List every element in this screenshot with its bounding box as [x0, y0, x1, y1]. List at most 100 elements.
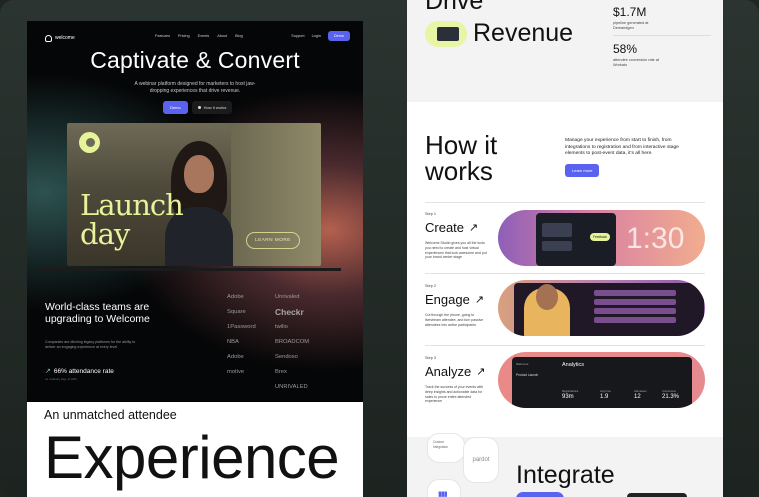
logo-checkr: Checkr: [275, 307, 304, 317]
engage-visual: [498, 280, 705, 336]
works-line: works: [425, 156, 493, 186]
step-title-text: Engage: [425, 292, 470, 307]
step-divider: [425, 202, 705, 203]
nav-link-pricing[interactable]: Pricing: [178, 34, 190, 38]
features-page-preview: Drive Revenue $1.7M pipeline generated a…: [407, 0, 723, 497]
welcome-logo-icon: [45, 34, 52, 42]
dashboard-stat: Attendees 12: [634, 389, 647, 400]
analyze-visual: Welcome Product Launch Analytics Registr…: [498, 352, 705, 408]
how-it-works-button[interactable]: How it works: [191, 101, 233, 114]
nav-link-events[interactable]: Events: [198, 34, 210, 38]
logo-motive: motive: [227, 369, 245, 375]
logo-blank-1: [227, 381, 269, 393]
unmatched-heading: An unmatched attendee: [44, 408, 177, 422]
how-it-works-description: Manage your experience from start to fin…: [565, 138, 679, 156]
step-divider: [425, 345, 705, 346]
nav-link-features[interactable]: Features: [155, 34, 170, 38]
nav-demo-button[interactable]: Demo: [327, 31, 350, 41]
drive-heading: Drive: [425, 0, 484, 15]
step-create: Step 1 Create ↗ Welcome Studio gives you…: [425, 208, 705, 278]
stat-conversion-label: attendee conversion rate at Workato: [613, 58, 660, 67]
step-number: Step 3: [425, 356, 436, 360]
create-visual: Feedback 1:30: [498, 210, 705, 266]
feedback-badge: Feedback: [590, 233, 610, 241]
experience-heading: Experience: [44, 424, 340, 491]
logo-square: Square: [227, 309, 246, 315]
app-frame: welcome Features Pricing Events About Bl…: [0, 0, 759, 497]
hero-buttons: Demo How it works: [163, 101, 233, 114]
attendance-rate-text: 66% attendance rate: [53, 367, 114, 375]
pardot-chip: pardot: [463, 437, 499, 483]
laptop-base: [37, 268, 341, 271]
attendance-footnote: vs. industry avg. of 41%: [45, 377, 77, 381]
launch-day-text: Launch day: [80, 191, 184, 251]
step-description: Cut through the phone, going to livestre…: [425, 313, 484, 327]
hero-demo-button[interactable]: Demo: [163, 101, 188, 114]
presenter-image: [524, 284, 570, 336]
customer-logos: Adobe Unrivaled Square Checkr 1Password …: [227, 291, 317, 393]
hero-video[interactable]: Launch day LEARN MORE: [67, 123, 321, 266]
how-it-line: How it: [425, 130, 498, 160]
attendance-rate: ↗ 66% attendance rate: [45, 367, 114, 376]
arrow-up-right-icon: ↗: [476, 366, 486, 378]
step-number: Step 2: [425, 284, 436, 288]
analytics-dashboard: Welcome Product Launch Analytics Registr…: [512, 357, 692, 408]
logo-adobe-2: Adobe: [227, 354, 244, 360]
logo-sendoso: Sendoso: [275, 354, 298, 360]
step-divider: [425, 273, 705, 274]
dashboard-stat: Conversion 21.3%: [662, 389, 680, 400]
nav-links: Features Pricing Events About Blog: [155, 34, 243, 38]
integrate-pill: [516, 492, 564, 497]
integrate-section: Custom Integration pardot Integrate: [407, 433, 723, 497]
logo-adobe: Adobe: [227, 294, 244, 300]
launch-logo-icon: [79, 132, 100, 153]
stat-pipeline-label: pipeline generated at Demandgen: [613, 21, 649, 30]
step-analyze: Step 3 Analyze ↗ Track the success of yo…: [425, 352, 705, 422]
logo-unrivaled-2: UNRIVALED: [275, 384, 308, 390]
landing-page-preview: welcome Features Pricing Events About Bl…: [27, 21, 363, 497]
integrate-bar: [627, 493, 687, 497]
teams-subtext: Companies are ditching legacy platforms …: [45, 340, 136, 349]
chart-chip-icon: [427, 479, 461, 497]
brand-logo[interactable]: welcome: [45, 34, 75, 42]
teams-headline: World-class teams are upgrading to Welco…: [45, 301, 150, 325]
logo-1password: 1Password: [227, 324, 256, 330]
hero-headline: Captivate & Convert: [90, 47, 300, 73]
how-it-works-label: How it works: [203, 105, 227, 110]
step-title[interactable]: Engage ↗: [425, 292, 484, 307]
logo-broadcom: BROADCOM: [275, 339, 310, 345]
logo-twilio: twilio: [275, 324, 288, 330]
step-title[interactable]: Create ↗: [425, 220, 478, 235]
arrow-up-right-icon: ↗: [469, 222, 479, 234]
step-title-text: Analyze: [425, 364, 472, 379]
nav-actions: Support Login Demo: [291, 31, 350, 41]
revenue-row: Revenue: [425, 19, 573, 48]
nav-link-about[interactable]: About: [217, 34, 227, 38]
login-link[interactable]: Login: [312, 34, 321, 38]
step-title[interactable]: Analyze ↗: [425, 364, 485, 379]
stat-conversion: 58% attendee conversion rate at Workato: [613, 42, 665, 68]
logo-unrivaled: Unrivaled: [275, 294, 300, 300]
arrow-up-right-icon: ↗: [474, 294, 485, 306]
integrate-heading: Integrate: [516, 461, 615, 489]
custom-integration-chip: Custom Integration: [427, 433, 465, 463]
dashboard-stat: Avg time 1.9: [600, 389, 611, 400]
dashboard-event: Product Launch: [516, 373, 539, 377]
support-link[interactable]: Support: [291, 34, 304, 38]
brand-name: welcome: [55, 35, 75, 41]
hero-subtitle: A webinar platform designed for marketer…: [134, 81, 256, 94]
stat-conversion-value: 58%: [613, 42, 638, 56]
learn-more-button[interactable]: LEARN MORE: [246, 232, 300, 249]
dashboard-brand: Welcome: [516, 362, 529, 366]
how-it-works-heading: How it works: [425, 132, 497, 184]
poll-bars: [594, 290, 676, 326]
logo-brex: Brex: [275, 369, 287, 375]
nav-link-blog[interactable]: Blog: [235, 34, 243, 38]
day-word: day: [80, 217, 130, 251]
stat-pipeline: $1.7M pipeline generated at Demandgen: [613, 5, 663, 31]
step-description: Welcome Studio gives you all the tools y…: [425, 241, 487, 260]
play-icon: [197, 106, 201, 109]
revenue-heading: Revenue: [473, 19, 574, 47]
trend-up-icon: ↗: [45, 368, 51, 375]
how-learn-more-button[interactable]: Learn more: [565, 164, 600, 177]
